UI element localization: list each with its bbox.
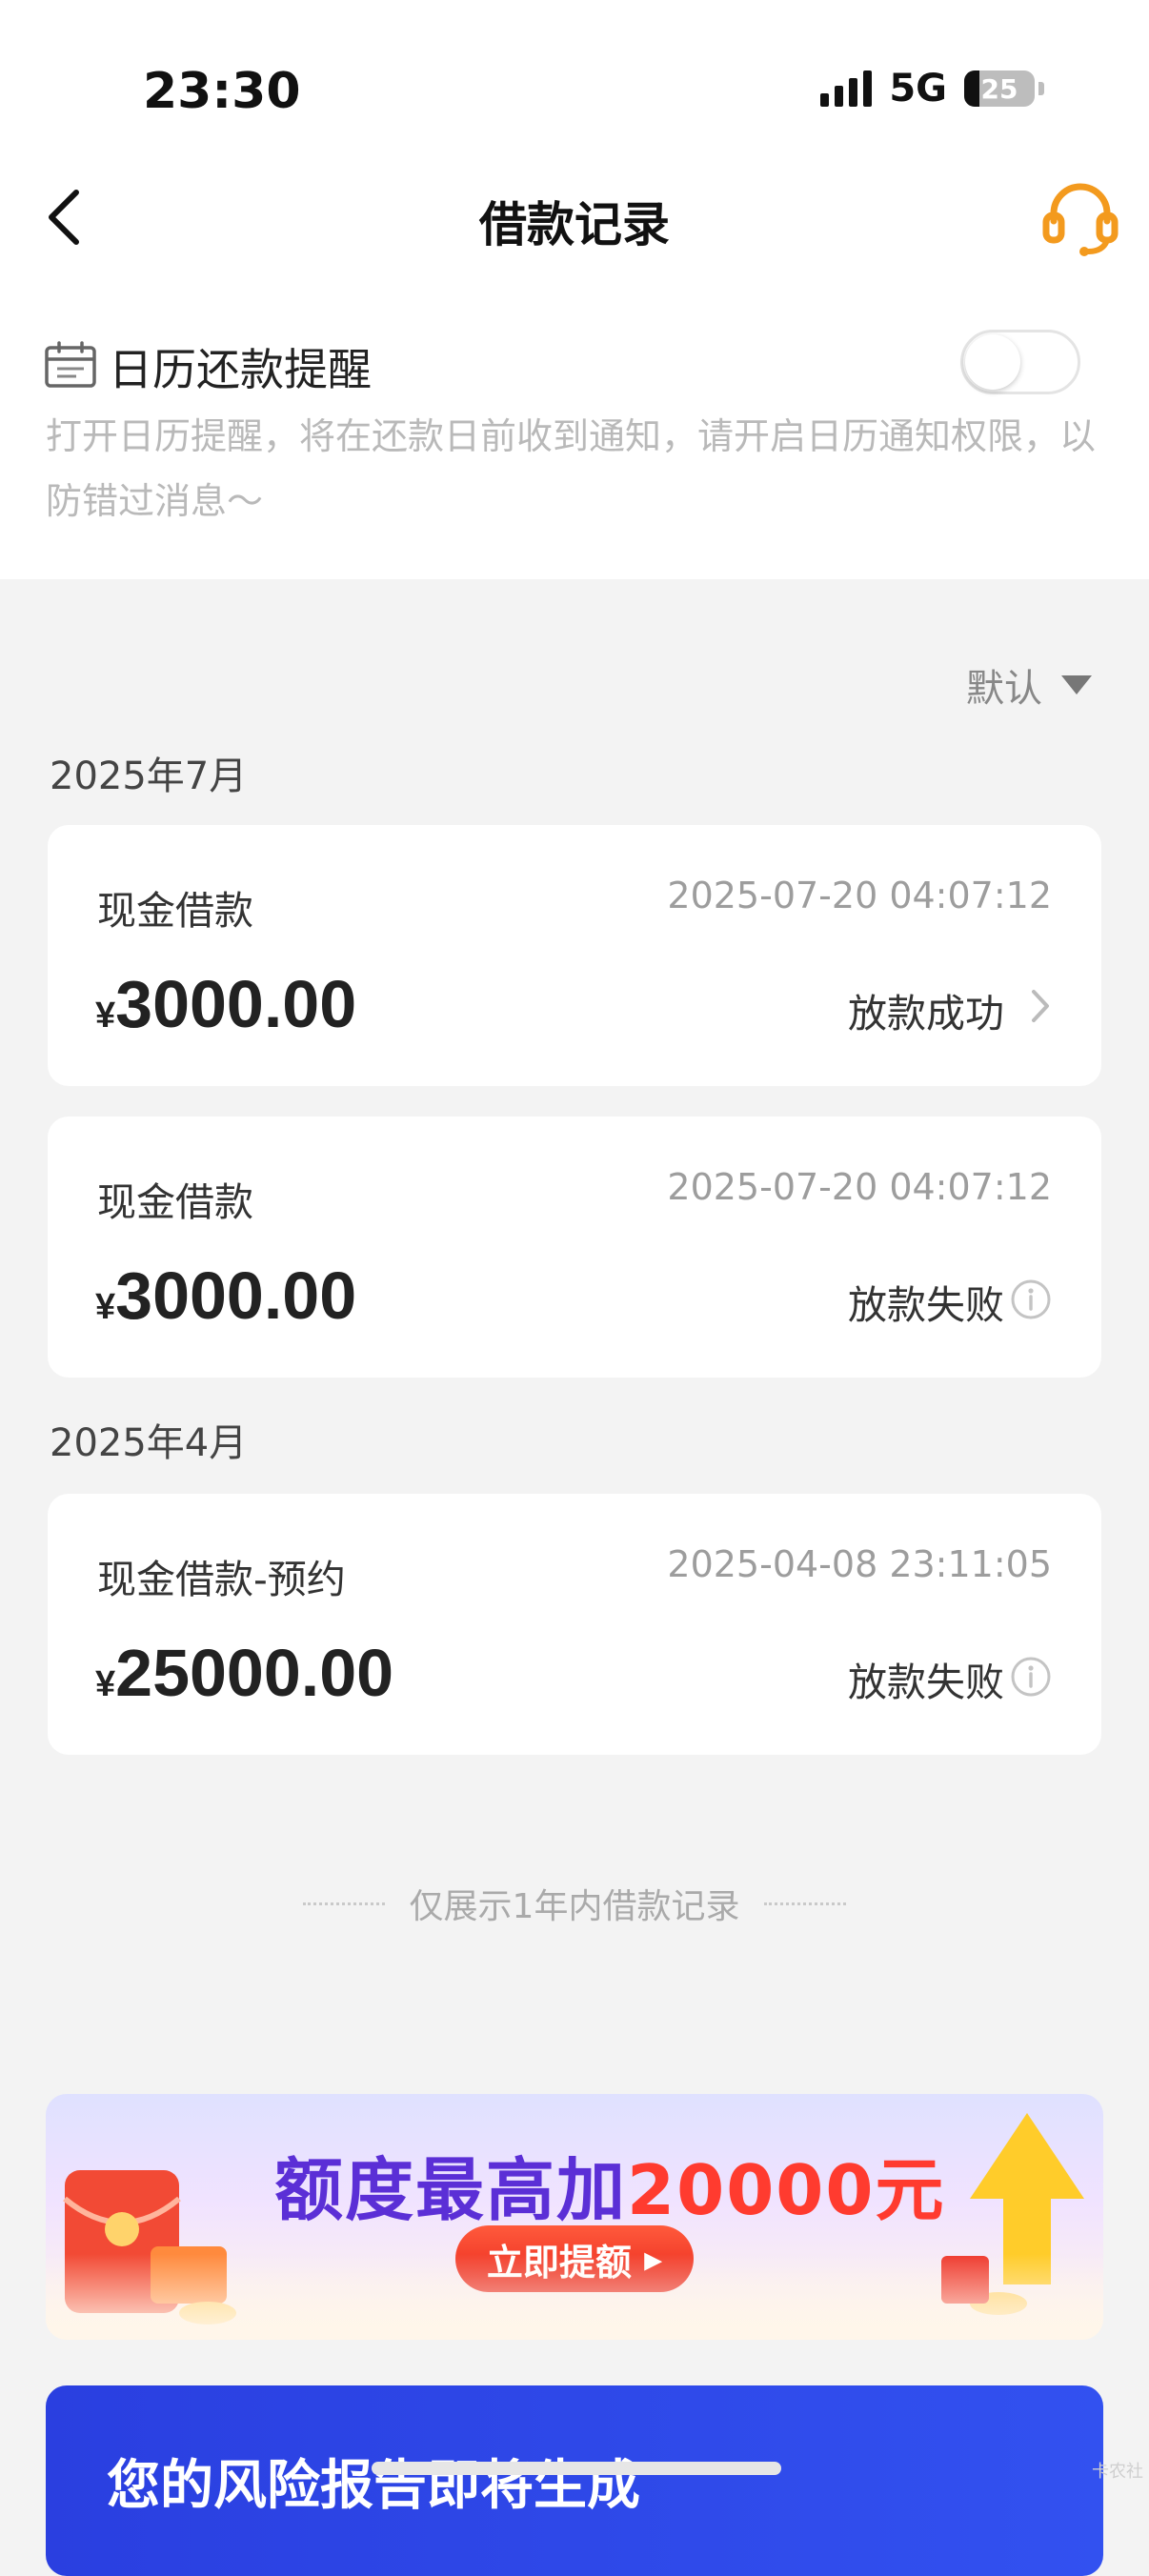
currency-symbol: ¥ xyxy=(95,1287,116,1327)
loan-time: 2025-07-20 04:07:12 xyxy=(667,875,1052,916)
promo-headline-amount: 20000元 xyxy=(627,2150,946,2230)
calendar-icon xyxy=(45,341,96,388)
loan-amount: ¥3000.00 xyxy=(95,966,356,1042)
currency-symbol: ¥ xyxy=(95,1664,116,1704)
cloud-decoration xyxy=(46,2254,1103,2340)
promo-headline: 额度最高加20000元 xyxy=(274,2134,946,2234)
calendar-reminder-description: 打开日历提醒，将在还款日前收到通知，请开启日历通知权限，以防错过消息～ xyxy=(46,415,1097,522)
loan-record-card[interactable]: 现金借款 2025-07-20 04:07:12 ¥3000.00 放款成功 xyxy=(48,825,1101,1086)
credit-increase-banner[interactable]: 额度最高加20000元 立即提额 ▸ xyxy=(46,2094,1103,2340)
currency-symbol: ¥ xyxy=(95,996,116,1036)
report-headline: 您的风险报告即将生成 xyxy=(107,2455,640,2517)
watermark: 卡农社 xyxy=(1092,2462,1143,2482)
risk-report-banner[interactable]: 您的风险报告即将生成 xyxy=(46,2385,1103,2576)
record-range-text: 仅展示1年内借款记录 xyxy=(409,1887,740,1926)
loan-status: 放款成功 xyxy=(848,991,1004,1036)
loan-time: 2025-04-08 23:11:05 xyxy=(667,1543,1052,1585)
loan-amount: ¥25000.00 xyxy=(95,1635,393,1711)
toggle-knob xyxy=(965,334,1020,390)
amount-value: 25000.00 xyxy=(115,1636,394,1710)
month-header: 2025年7月 xyxy=(50,755,248,798)
loan-type: 现金借款 xyxy=(97,888,253,934)
loan-time: 2025-07-20 04:07:12 xyxy=(667,1166,1052,1208)
calendar-reminder-title: 日历还款提醒 xyxy=(109,344,372,395)
home-indicator xyxy=(372,2462,781,2475)
dropdown-triangle-icon xyxy=(1061,675,1092,694)
status-time: 23:30 xyxy=(143,63,301,120)
loan-amount: ¥3000.00 xyxy=(95,1258,356,1334)
amount-value: 3000.00 xyxy=(115,967,357,1041)
promo-headline-prefix: 额度最高加 xyxy=(274,2150,628,2230)
calendar-reminder-toggle[interactable] xyxy=(960,330,1080,394)
customer-service-icon[interactable] xyxy=(1040,177,1120,257)
divider-right xyxy=(764,1902,847,1905)
month-header: 2025年4月 xyxy=(50,1421,248,1465)
loan-record-card[interactable]: 现金借款 2025-07-20 04:07:12 ¥3000.00 放款失败 xyxy=(48,1117,1101,1378)
page-title: 借款记录 xyxy=(479,197,670,252)
sort-label: 默认 xyxy=(966,667,1042,711)
loan-type: 现金借款 xyxy=(97,1179,253,1225)
sort-dropdown[interactable]: 默认 xyxy=(966,657,1092,713)
back-icon[interactable] xyxy=(42,187,84,248)
loan-record-card[interactable]: 现金借款-预约 2025-04-08 23:11:05 ¥25000.00 放款… xyxy=(48,1494,1101,1755)
loan-status: 放款失败 xyxy=(848,1282,1004,1328)
info-icon[interactable] xyxy=(1010,1278,1052,1320)
amount-value: 3000.00 xyxy=(115,1258,357,1333)
chevron-right-icon[interactable] xyxy=(1029,987,1052,1025)
header-section: 23:30 5G 25 借款记录 日历还款提醒 打开日历提醒，将在还款日前收到通… xyxy=(0,0,1149,579)
network-type: 5G xyxy=(889,67,947,111)
battery-tip xyxy=(1038,82,1044,95)
battery-icon: 25 xyxy=(964,70,1035,107)
status-indicators: 5G 25 xyxy=(820,67,1044,111)
record-range-note: 仅展示1年内借款记录 xyxy=(0,1879,1149,1928)
loan-status: 放款失败 xyxy=(848,1660,1004,1705)
divider-left xyxy=(302,1902,385,1905)
signal-icon xyxy=(820,70,873,107)
info-icon[interactable] xyxy=(1010,1656,1052,1698)
loan-type: 现金借款-预约 xyxy=(97,1557,346,1602)
battery-level: 25 xyxy=(980,72,1018,105)
